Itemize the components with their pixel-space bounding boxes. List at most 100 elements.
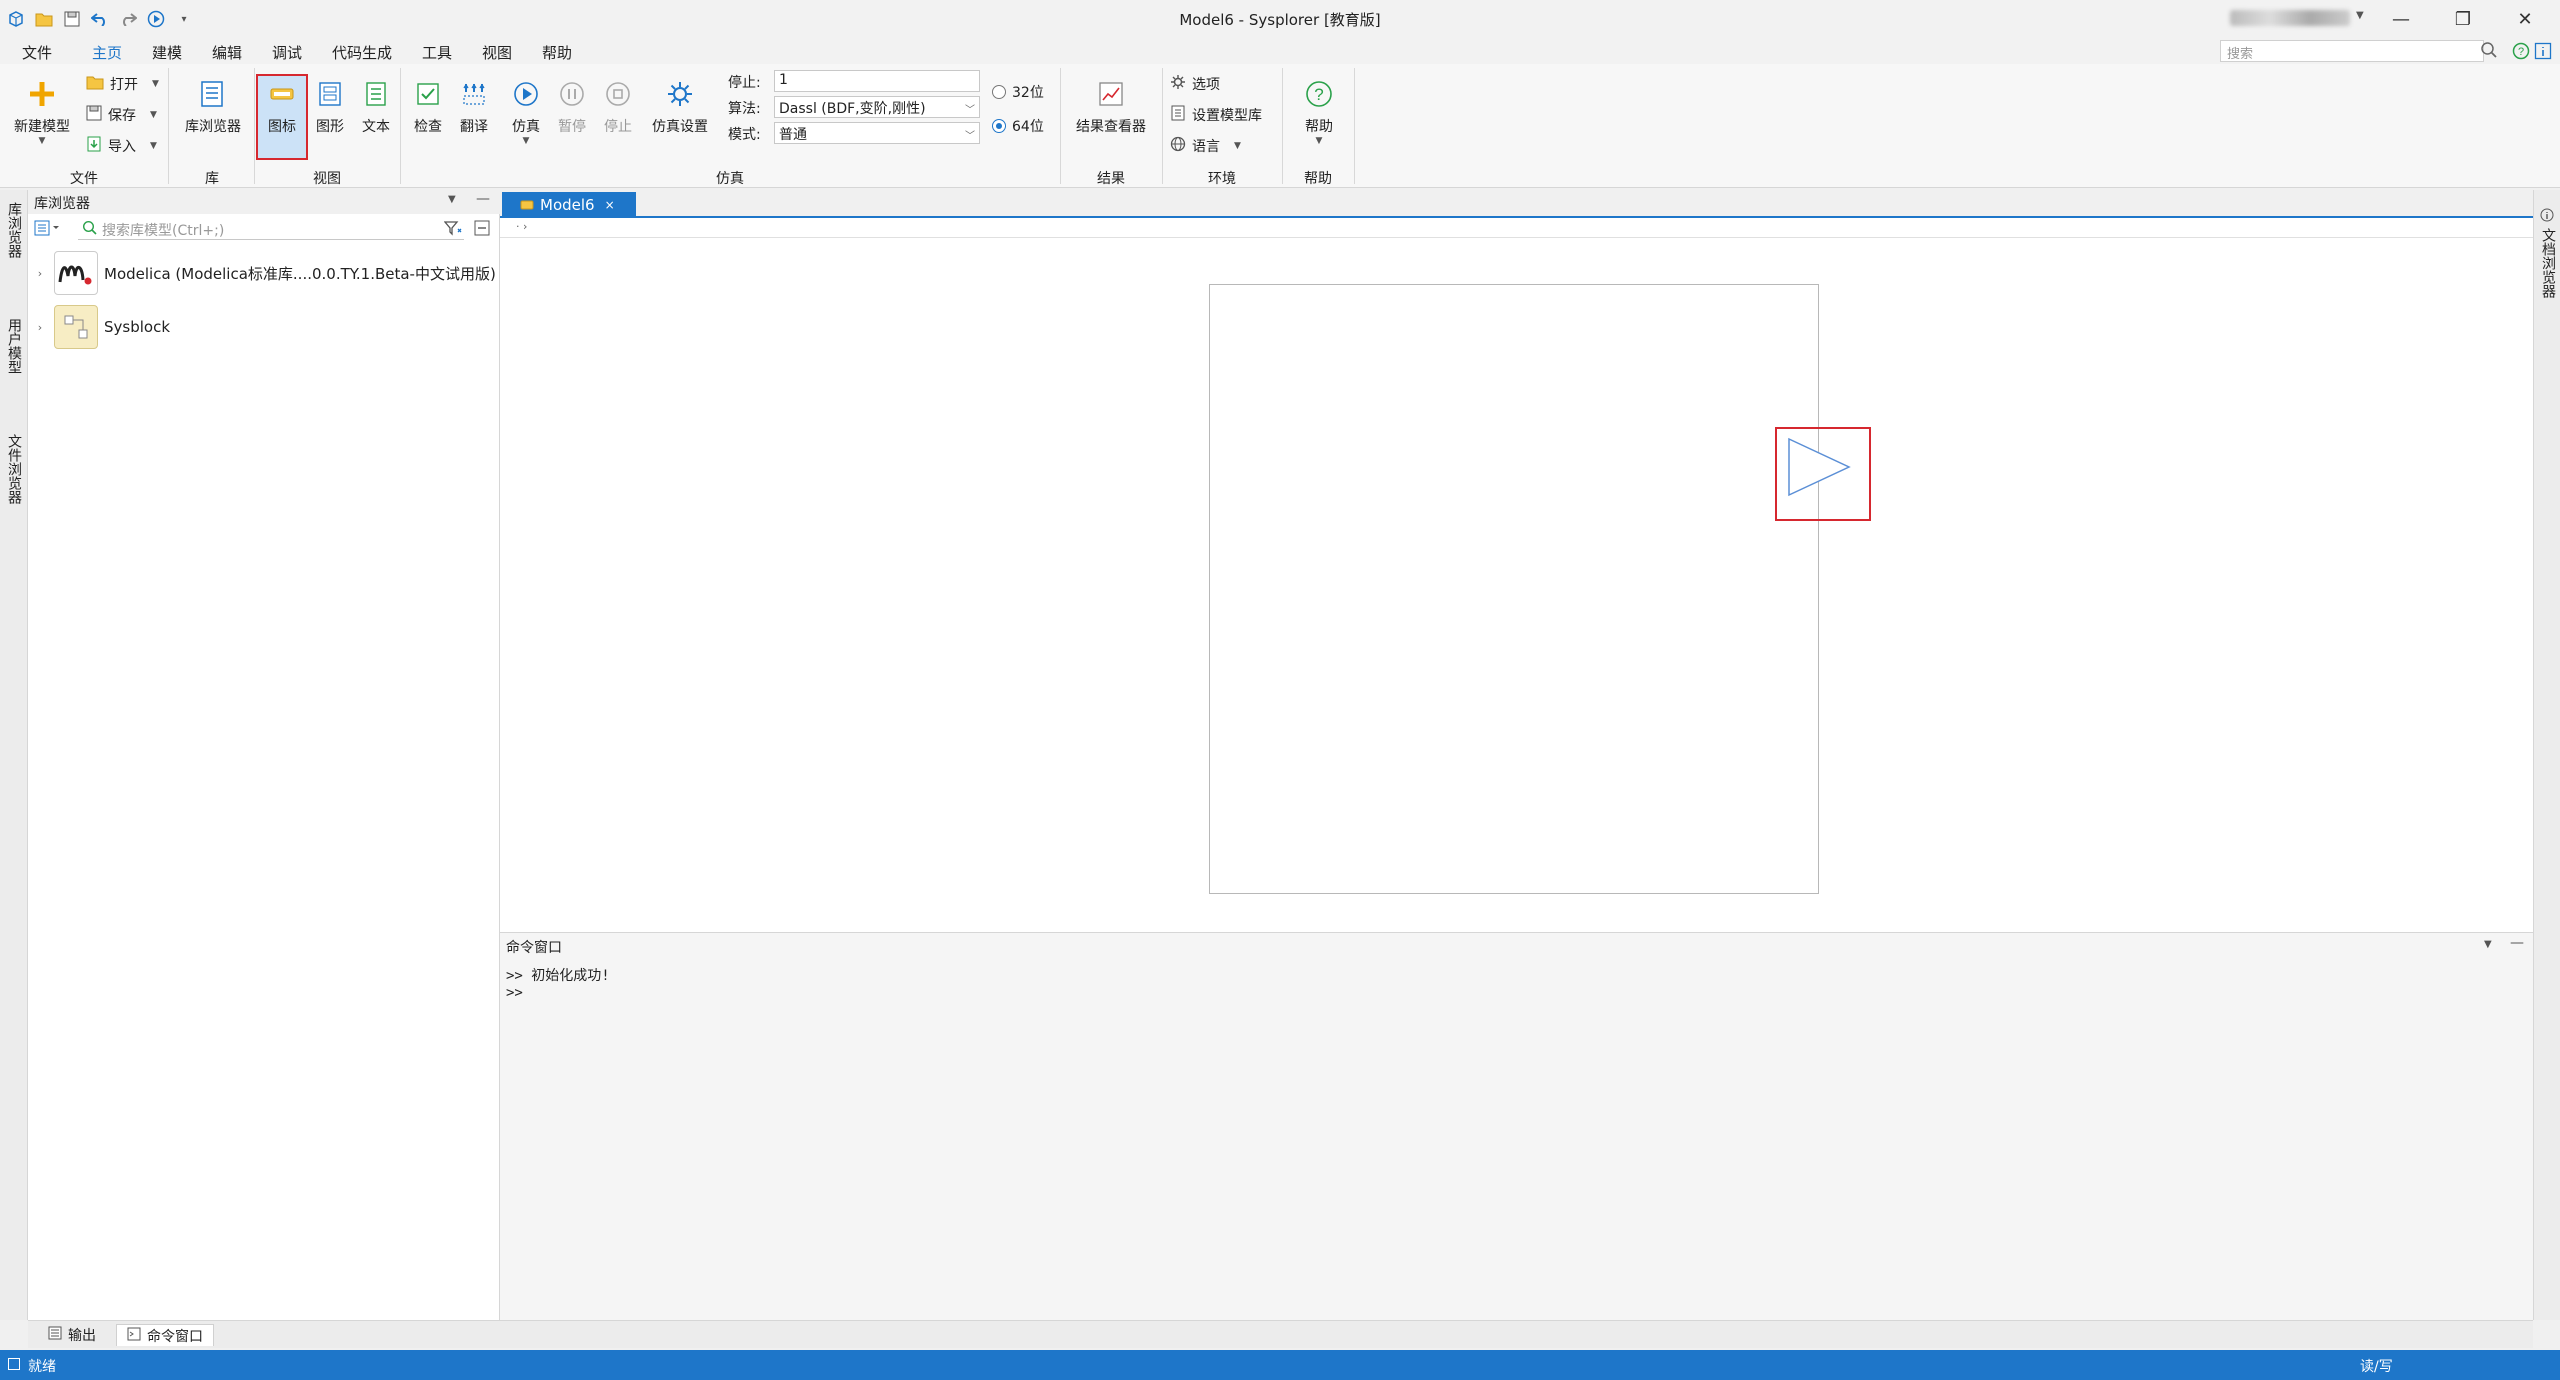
pause-button[interactable]: 暂停 <box>550 76 594 136</box>
language-label: 语言 <box>1192 139 1220 155</box>
lib-search-input[interactable]: 搜索库模型(Ctrl+;) <box>78 218 464 240</box>
stop-time-label: 停止: <box>728 75 761 91</box>
modelica-logo-icon <box>54 251 98 295</box>
panel-minimize-icon[interactable]: — <box>476 191 490 207</box>
panel-dropdown-icon[interactable]: ▼ <box>2484 939 2492 950</box>
user-dropdown-icon[interactable]: ▼ <box>2356 10 2364 21</box>
tab-close-icon[interactable]: × <box>605 198 615 212</box>
minimize-button[interactable]: — <box>2370 0 2432 38</box>
sim-settings-label: 仿真设置 <box>652 119 708 135</box>
translate-button[interactable]: 翻译 <box>452 76 496 136</box>
radio-circle-icon <box>992 85 1006 99</box>
new-model-button[interactable]: 新建模型 ▼ <box>8 76 76 146</box>
vtab-doc-browser[interactable]: 文档浏览器 <box>2538 228 2558 298</box>
tab-output-label: 输出 <box>68 1328 96 1344</box>
set-model-lib-label: 设置模型库 <box>1192 108 1262 124</box>
view-mode-icon[interactable] <box>34 220 62 240</box>
radio-32bit[interactable]: 32位 <box>992 82 1044 102</box>
text-view-button[interactable]: 文本 <box>354 76 398 136</box>
group-label-sim: 仿真 <box>716 171 744 187</box>
save-label: 保存 <box>108 108 136 124</box>
radio-64bit[interactable]: 64位 <box>992 116 1044 136</box>
menu-debug[interactable]: 调试 <box>272 42 302 63</box>
icon-view-button[interactable]: 图标 <box>260 76 304 136</box>
sim-settings-button[interactable]: 仿真设置 <box>644 76 716 136</box>
group-label-result: 结果 <box>1097 171 1125 187</box>
model-editor: Model6 × · › <box>500 190 2533 932</box>
menu-modeling[interactable]: 建模 <box>152 42 182 63</box>
options-button[interactable]: 选项 <box>1170 74 1220 94</box>
menu-codegen[interactable]: 代码生成 <box>332 42 392 63</box>
status-bar: 就绪 读/写 <box>0 1350 2560 1380</box>
import-button[interactable]: 导入 ▼ <box>86 136 157 156</box>
vtab-lib-browser[interactable]: 库浏览器 <box>4 202 24 258</box>
output-connector-highlight[interactable] <box>1775 427 1871 521</box>
model-tab-icon <box>520 196 534 214</box>
help-circle-icon[interactable]: ? <box>2512 42 2530 64</box>
menu-tools[interactable]: 工具 <box>422 42 452 63</box>
check-label: 检查 <box>414 119 442 135</box>
command-output-line: >> 初始化成功! <box>506 968 610 984</box>
menu-view[interactable]: 视图 <box>482 42 512 63</box>
user-account-avatar[interactable] <box>2230 10 2350 26</box>
open-button[interactable]: 打开 ▼ <box>86 74 159 94</box>
window-title: Model6 - Sysplorer [教育版] <box>1179 11 1381 29</box>
tab-model6[interactable]: Model6 × <box>502 192 636 218</box>
save-button[interactable]: 保存 ▼ <box>86 105 157 125</box>
import-label: 导入 <box>108 139 136 155</box>
lib-browser-button[interactable]: 库浏览器 <box>178 76 248 136</box>
help-label: 帮助 <box>1305 119 1333 135</box>
check-icon <box>410 76 446 112</box>
language-button[interactable]: 语言 ▼ <box>1170 136 1241 156</box>
breadcrumb[interactable]: · › <box>500 218 2533 238</box>
chevron-right-icon[interactable]: › <box>32 267 48 280</box>
lib-item-modelica[interactable]: › Modelica (Modelica标准库....0.0.TY.1.Beta… <box>28 250 500 296</box>
panel-minimize-icon[interactable]: — <box>2510 935 2524 951</box>
close-button[interactable]: ✕ <box>2494 0 2556 38</box>
filter-icon[interactable] <box>443 220 462 240</box>
group-separator <box>1282 68 1283 184</box>
sim-settings-gear-icon <box>662 76 698 112</box>
library-icon <box>195 76 231 112</box>
stop-time-input[interactable]: 1 <box>774 70 980 92</box>
tab-output[interactable]: 输出 <box>38 1324 106 1346</box>
chevron-down-icon: ▼ <box>1234 141 1241 151</box>
menu-edit[interactable]: 编辑 <box>212 42 242 63</box>
algorithm-select[interactable]: Dassl (BDF,变阶,刚性) ﹀ <box>774 96 980 118</box>
chart-line-icon <box>1093 76 1129 112</box>
stop-label: 停止 <box>604 119 632 135</box>
tab-command-window[interactable]: 命令窗口 <box>116 1324 214 1346</box>
info-panel-icon[interactable] <box>2534 42 2552 64</box>
mode-select[interactable]: 普通 ﹀ <box>774 122 980 144</box>
new-model-label: 新建模型 <box>14 119 70 135</box>
simulate-button[interactable]: 仿真 ▼ <box>504 76 548 146</box>
help-button[interactable]: ? 帮助 ▼ <box>1292 76 1346 146</box>
diagram-icon <box>312 76 348 112</box>
stop-button[interactable]: 停止 <box>596 76 640 136</box>
icon-canvas[interactable] <box>1209 284 1819 894</box>
global-search-input[interactable]: 搜索 <box>2220 40 2484 62</box>
vtab-file-browser[interactable]: 文件浏览器 <box>4 434 24 504</box>
collapse-all-icon[interactable] <box>474 220 490 240</box>
command-window-title: 命令窗口 <box>506 940 562 956</box>
chevron-right-icon[interactable]: › <box>32 321 48 334</box>
command-prompt-line[interactable]: >> <box>506 985 523 1001</box>
result-viewer-button[interactable]: 结果查看器 <box>1066 76 1156 136</box>
diagram-view-button[interactable]: 图形 <box>308 76 352 136</box>
menu-help[interactable]: 帮助 <box>542 42 572 63</box>
check-button[interactable]: 检查 <box>406 76 450 136</box>
vtab-user-models[interactable]: 用户模型 <box>4 318 24 374</box>
group-separator <box>1060 68 1061 184</box>
menu-file[interactable]: 文件 <box>22 42 52 63</box>
search-icon[interactable] <box>2480 41 2498 63</box>
library-browser-panel: 库浏览器 ▼ — 搜索库模型(Ctrl+;) › Modelica (Model… <box>28 190 500 1320</box>
model-lib-icon <box>1170 105 1186 125</box>
lib-item-sysblock[interactable]: › Sysblock <box>28 304 500 350</box>
text-view-label: 文本 <box>362 119 390 135</box>
info-icon <box>2540 208 2554 226</box>
mode-label: 模式: <box>728 127 761 143</box>
radio-32bit-label: 32位 <box>1012 85 1044 101</box>
set-model-lib-button[interactable]: 设置模型库 <box>1170 105 1262 125</box>
restore-button[interactable]: ❐ <box>2432 0 2494 38</box>
panel-dropdown-icon[interactable]: ▼ <box>448 194 456 205</box>
